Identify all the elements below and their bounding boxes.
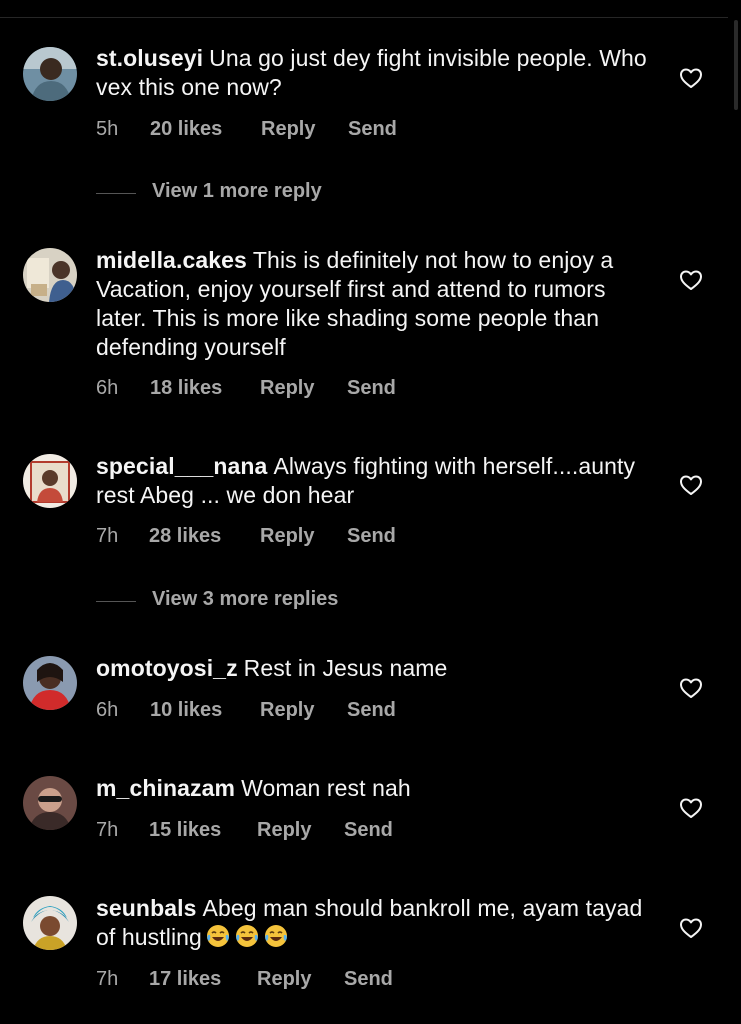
view-more-replies[interactable]: View 3 more replies <box>96 588 496 618</box>
send-button[interactable]: Send <box>348 118 397 141</box>
comment-username[interactable]: m_chinazam <box>96 775 235 801</box>
view-replies-label[interactable]: View 1 more reply <box>152 180 322 203</box>
comment-username[interactable]: seunbals <box>96 895 197 921</box>
comment-likes[interactable]: 28 likes <box>149 525 221 548</box>
comment-text: omotoyosi_z Rest in Jesus name <box>96 654 656 683</box>
comment-username[interactable]: midella.cakes <box>96 247 247 273</box>
comment-username[interactable]: special___nana <box>96 453 267 479</box>
comment-time: 7h <box>96 525 119 547</box>
send-button[interactable]: Send <box>347 525 396 548</box>
comment-likes[interactable]: 17 likes <box>149 968 221 991</box>
reply-button[interactable]: Reply <box>260 525 314 548</box>
reply-button[interactable]: Reply <box>257 968 311 991</box>
comment-time: 6h <box>96 377 119 399</box>
comment-text: midella.cakes This is definitely not how … <box>96 246 656 362</box>
reply-button[interactable]: Reply <box>260 699 314 722</box>
face-with-tears-of-joy-icon <box>235 925 258 947</box>
avatar[interactable] <box>23 454 77 508</box>
face-with-tears-of-joy-icon <box>206 925 229 947</box>
comment-likes[interactable]: 10 likes <box>150 699 222 722</box>
avatar[interactable] <box>23 47 77 101</box>
comment-body: Rest in Jesus name <box>243 655 448 681</box>
send-button[interactable]: Send <box>344 968 393 991</box>
heart-outline-icon[interactable] <box>679 269 703 291</box>
top-divider <box>0 17 728 18</box>
comment-text: st.oluseyi Una go just dey fight invisibl… <box>96 44 656 102</box>
comment-time: 7h <box>96 968 119 990</box>
heart-outline-icon[interactable] <box>679 917 703 939</box>
comment-time: 5h <box>96 118 119 140</box>
avatar[interactable] <box>23 776 77 830</box>
comment-username[interactable]: omotoyosi_z <box>96 655 238 681</box>
view-more-replies[interactable]: View 1 more reply <box>96 180 496 210</box>
heart-outline-icon[interactable] <box>679 677 703 699</box>
replies-divider-line <box>96 601 136 602</box>
comment-text: m_chinazam Woman rest nah <box>96 774 656 803</box>
comment-body: Woman rest nah <box>241 775 411 801</box>
send-button[interactable]: Send <box>347 377 396 400</box>
view-replies-label[interactable]: View 3 more replies <box>152 588 338 611</box>
face-with-tears-of-joy-icon <box>264 925 287 947</box>
scrollbar[interactable] <box>734 20 738 110</box>
comment-time: 6h <box>96 699 119 721</box>
avatar[interactable] <box>23 248 77 302</box>
heart-outline-icon[interactable] <box>679 474 703 496</box>
reply-button[interactable]: Reply <box>261 118 315 141</box>
heart-outline-icon[interactable] <box>679 67 703 89</box>
reply-button[interactable]: Reply <box>257 819 311 842</box>
reply-button[interactable]: Reply <box>260 377 314 400</box>
comment-username[interactable]: st.oluseyi <box>96 45 203 71</box>
comment-likes[interactable]: 18 likes <box>150 377 222 400</box>
avatar[interactable] <box>23 896 77 950</box>
comment-text: special___nana Always fighting with herse… <box>96 452 656 510</box>
comment-time: 7h <box>96 819 119 841</box>
comment-text: seunbals Abeg man should bankroll me, aya… <box>96 894 656 952</box>
send-button[interactable]: Send <box>344 819 393 842</box>
comment-likes[interactable]: 15 likes <box>149 819 221 842</box>
replies-divider-line <box>96 193 136 194</box>
avatar[interactable] <box>23 656 77 710</box>
heart-outline-icon[interactable] <box>679 797 703 819</box>
send-button[interactable]: Send <box>347 699 396 722</box>
comment-likes[interactable]: 20 likes <box>150 118 222 141</box>
